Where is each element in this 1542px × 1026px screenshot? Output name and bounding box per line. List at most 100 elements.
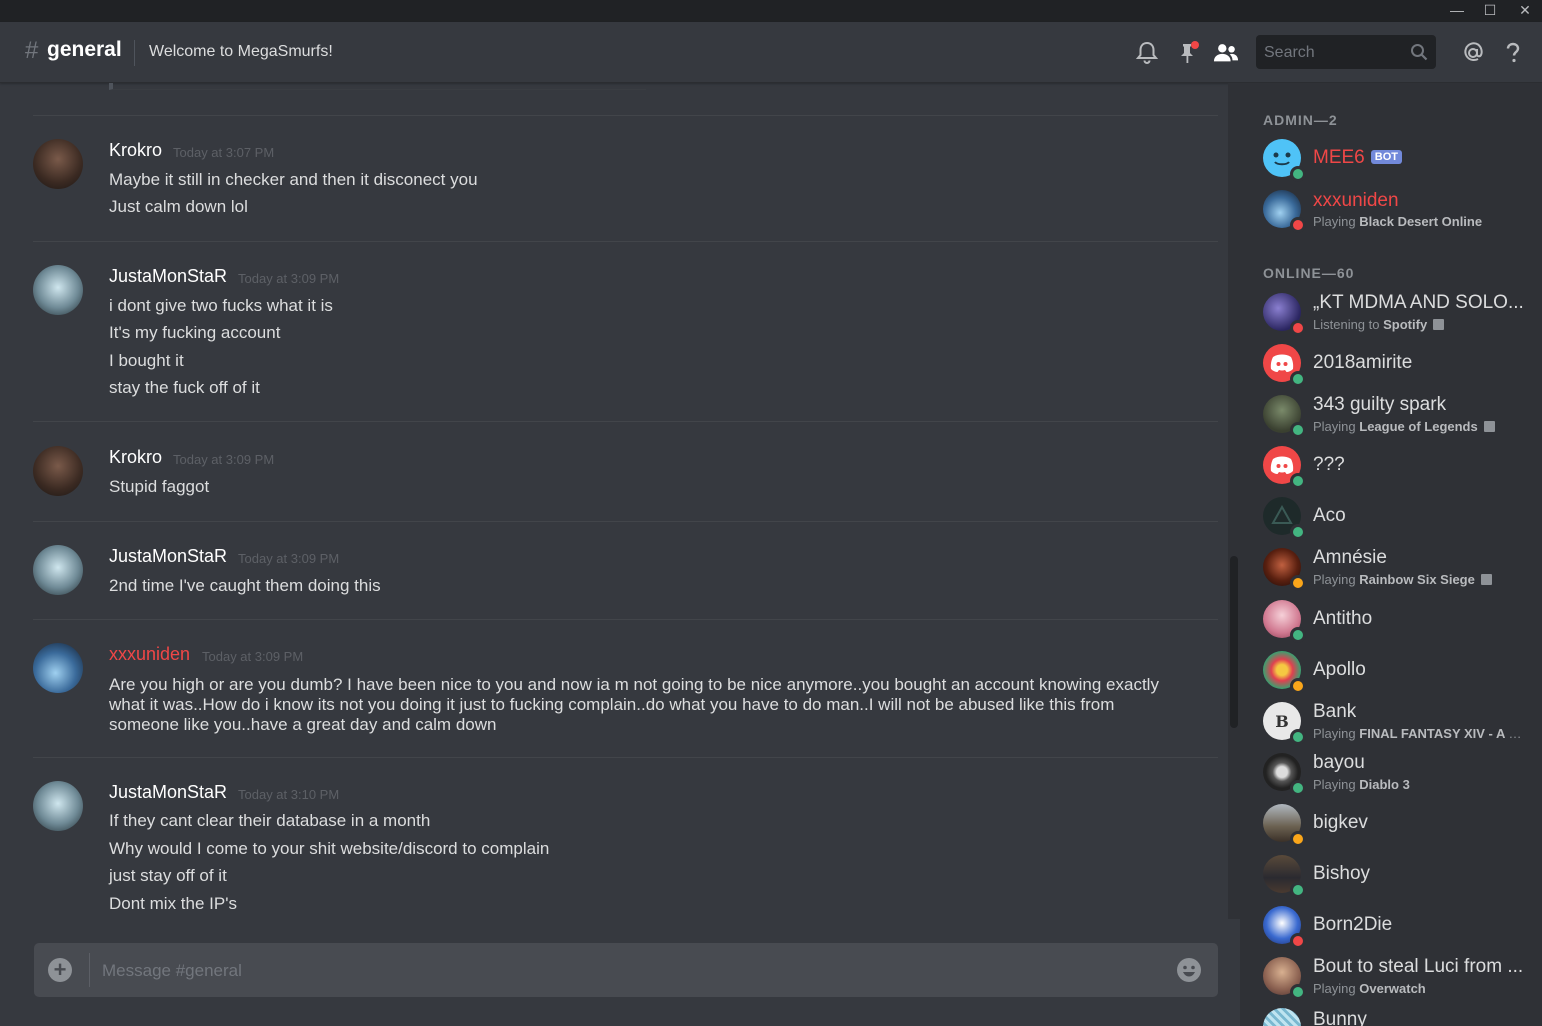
- message-line: If they cant clear their database in a m…: [109, 811, 431, 830]
- rich-presence-icon: [1480, 574, 1492, 585]
- search-icon: [1411, 44, 1428, 61]
- message-line: Why would I come to your shit website/di…: [109, 839, 550, 858]
- header-divider: [134, 40, 135, 66]
- message-line: I bought it: [109, 351, 184, 370]
- mentions-icon[interactable]: [1460, 40, 1486, 66]
- avatar[interactable]: [33, 265, 83, 315]
- status-dnd-indicator: [1290, 933, 1306, 949]
- status-online-indicator: [1290, 166, 1306, 182]
- rich-presence-icon: [1433, 319, 1445, 330]
- minimize-button[interactable]: —: [1440, 0, 1474, 22]
- message-line: i dont give two fucks what it is: [109, 296, 333, 315]
- member-name: 2018amirite: [1313, 352, 1413, 373]
- emoji-icon[interactable]: [1176, 957, 1202, 983]
- member-name: xxxuniden: [1313, 190, 1399, 211]
- channel-hash-icon: #: [25, 37, 39, 64]
- message-line: 2nd time I've caught them doing this: [109, 576, 381, 595]
- member-activity: Playing Diablo 3: [1313, 777, 1410, 792]
- message-timestamp: Today at 3:09 PM: [202, 649, 304, 664]
- status-online-indicator: [1290, 422, 1306, 438]
- member-activity: Playing FINAL FANTASY XIV - A R...: [1313, 726, 1527, 741]
- message-scrollbar-thumb[interactable]: [1230, 556, 1238, 728]
- message-author[interactable]: JustaMonStaR: [109, 782, 227, 803]
- close-button[interactable]: ✕: [1508, 0, 1542, 22]
- message-author[interactable]: JustaMonStaR: [109, 266, 227, 287]
- member-item[interactable]: bigkev: [1240, 799, 1542, 847]
- member-list-icon[interactable]: [1213, 40, 1239, 66]
- member-name: MEE6 BOT: [1313, 147, 1402, 169]
- bell-icon[interactable]: [1134, 40, 1160, 66]
- embed-remnant: [109, 83, 646, 90]
- message-list[interactable]: Krokro Today at 3:07 PM Maybe it still i…: [0, 83, 1230, 919]
- member-name: bayou: [1313, 752, 1365, 773]
- rich-presence-icon: [1483, 421, 1495, 432]
- channel-topic[interactable]: Welcome to MegaSmurfs!: [149, 43, 333, 61]
- member-item[interactable]: B Bank Playing FINAL FANTASY XIV - A R..…: [1240, 697, 1542, 745]
- channel-header: # general Welcome to MegaSmurfs!: [0, 22, 1542, 83]
- member-item[interactable]: Aco: [1240, 492, 1542, 540]
- search-bar[interactable]: [1256, 35, 1436, 71]
- maximize-button[interactable]: ☐: [1473, 0, 1507, 22]
- composer-divider: [89, 953, 90, 987]
- message-scrollbar[interactable]: [1228, 83, 1240, 919]
- status-online-indicator: [1290, 984, 1306, 1000]
- message-group: JustaMonStaR Today at 3:09 PM i dont giv…: [33, 241, 1218, 422]
- bot-badge: BOT: [1370, 150, 1402, 164]
- message-author[interactable]: JustaMonStaR: [109, 546, 227, 567]
- message-paragraph: Are you high or are you dumb? I have bee…: [109, 675, 1159, 734]
- status-idle-indicator: [1290, 831, 1306, 847]
- message-group: JustaMonStaR Today at 3:09 PM 2nd time I…: [33, 521, 1218, 620]
- member-name: Bank: [1313, 701, 1357, 722]
- message-line: stay the fuck off of it: [109, 378, 260, 397]
- pin-icon[interactable]: [1175, 40, 1201, 66]
- member-item[interactable]: ???: [1240, 441, 1542, 489]
- message-line: It's my fucking account: [109, 323, 281, 342]
- role-header-admin: ADMIN—2: [1263, 112, 1338, 128]
- member-activity: Playing Overwatch: [1313, 981, 1426, 996]
- member-name: „KT MDMA AND SOLO...: [1313, 292, 1524, 313]
- status-dnd-indicator: [1290, 217, 1306, 233]
- member-item[interactable]: Bunny: [1240, 1003, 1542, 1026]
- member-item[interactable]: MEE6 BOT: [1240, 134, 1542, 182]
- status-dnd-indicator: [1290, 320, 1306, 336]
- svg-text:B: B: [1275, 712, 1289, 731]
- message-line: Stupid faggot: [109, 477, 210, 496]
- avatar[interactable]: [33, 139, 83, 189]
- member-item[interactable]: Born2Die: [1240, 901, 1542, 949]
- member-activity: Listening to Spotify: [1313, 317, 1445, 332]
- message-author[interactable]: xxxuniden: [109, 644, 190, 665]
- message-group: xxxuniden Today at 3:09 PM Are you high …: [33, 619, 1218, 758]
- message-author[interactable]: Krokro: [109, 140, 162, 161]
- member-item[interactable]: Bishoy: [1240, 850, 1542, 898]
- member-item[interactable]: Bout to steal Luci from ... Playing Over…: [1240, 952, 1542, 1000]
- avatar[interactable]: [33, 446, 83, 496]
- message-input[interactable]: [94, 943, 1164, 999]
- status-online-indicator: [1290, 627, 1306, 643]
- message-group: Krokro Today at 3:09 PM Stupid faggot: [33, 421, 1218, 522]
- message-timestamp: Today at 3:09 PM: [173, 452, 275, 467]
- avatar[interactable]: [33, 643, 83, 693]
- avatar[interactable]: [33, 781, 83, 831]
- status-online-indicator: [1290, 780, 1306, 796]
- member-list[interactable]: ADMIN—2 MEE6 BOT xxxuniden Playing Black …: [1240, 83, 1542, 1026]
- upload-plus-icon[interactable]: +: [48, 958, 72, 982]
- member-item[interactable]: bayou Playing Diablo 3: [1240, 748, 1542, 796]
- member-item[interactable]: Antitho: [1240, 595, 1542, 643]
- search-input[interactable]: [1256, 35, 1416, 71]
- message-timestamp: Today at 3:09 PM: [238, 551, 340, 566]
- help-icon[interactable]: [1500, 40, 1526, 66]
- message-line: Dont mix the IP's: [109, 894, 237, 913]
- member-item[interactable]: Amnésie Playing Rainbow Six Siege: [1240, 543, 1542, 591]
- member-item[interactable]: „KT MDMA AND SOLO... Listening to Spotif…: [1240, 288, 1542, 336]
- message-author[interactable]: Krokro: [109, 447, 162, 468]
- avatar: [1263, 1008, 1301, 1026]
- avatar[interactable]: [33, 545, 83, 595]
- member-item[interactable]: Apollo: [1240, 646, 1542, 694]
- member-item[interactable]: xxxuniden Playing Black Desert Online: [1240, 185, 1542, 233]
- member-activity: Playing League of Legends: [1313, 419, 1495, 434]
- message-line: just stay off of it: [109, 866, 227, 885]
- member-item[interactable]: 2018amirite: [1240, 339, 1542, 387]
- member-name: bigkev: [1313, 812, 1368, 833]
- member-name: Amnésie: [1313, 547, 1387, 568]
- member-item[interactable]: 343 guilty spark Playing League of Legen…: [1240, 390, 1542, 438]
